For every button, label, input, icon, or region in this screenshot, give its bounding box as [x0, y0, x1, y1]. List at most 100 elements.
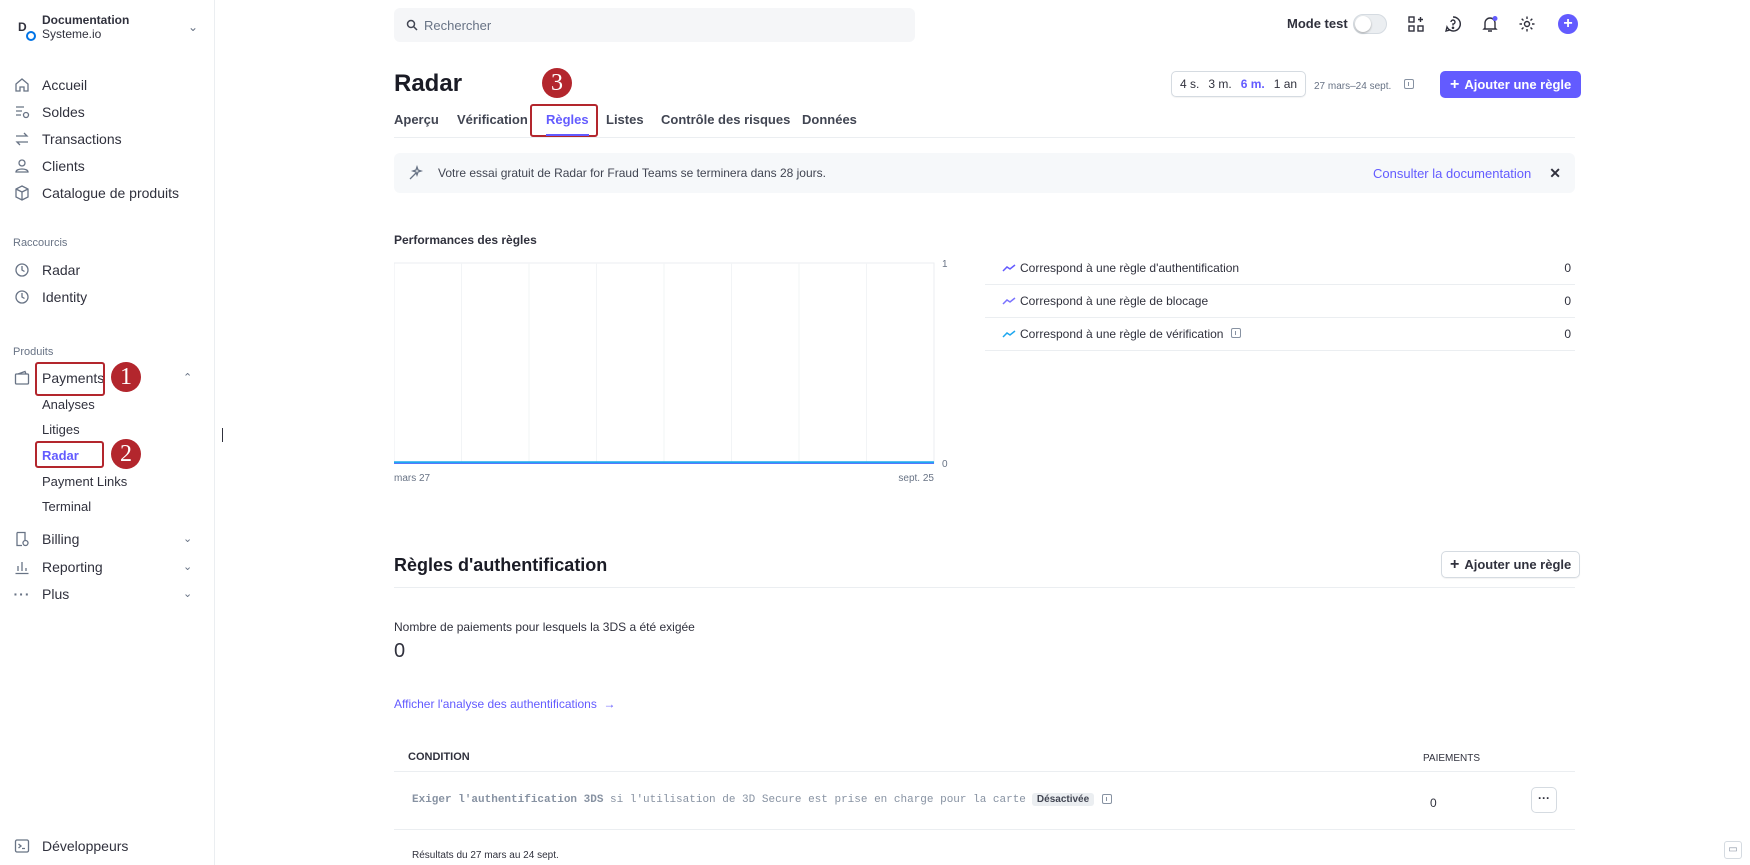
test-mode-toggle[interactable]: [1353, 14, 1387, 34]
add-auth-rule-button[interactable]: + Ajouter une règle: [1441, 551, 1581, 578]
rule-condition: Exiger l'authentification 3DS si l'utili…: [412, 793, 1113, 806]
sidebar-item-label: Catalogue de produits: [42, 185, 179, 201]
tab-listes[interactable]: Listes: [606, 112, 644, 127]
user-icon: [14, 158, 30, 174]
sidebar-item-soldes[interactable]: Soldes: [14, 101, 85, 123]
sidebar-subitem-terminal[interactable]: Terminal: [42, 497, 91, 517]
tab-verification[interactable]: Vérification: [457, 112, 528, 127]
arrow-right-icon: →: [600, 697, 616, 711]
apps-icon[interactable]: [1407, 15, 1425, 33]
sidebar-item-clients[interactable]: Clients: [14, 155, 85, 177]
auth-analysis-link[interactable]: Afficher l'analyse des authentifications…: [394, 697, 616, 711]
search-bar[interactable]: Rechercher: [394, 8, 915, 42]
table-row[interactable]: Exiger l'authentification 3DS si l'utili…: [394, 772, 1575, 830]
legend-row-verification: Correspond à une règle de vérification 0: [985, 318, 1575, 351]
info-icon[interactable]: [1404, 79, 1415, 89]
account-subtitle: Systeme.io: [42, 27, 102, 41]
plus-icon: +: [1450, 75, 1460, 93]
status-badge: Désactivée: [1031, 793, 1095, 806]
info-icon[interactable]: [1102, 794, 1113, 805]
info-icon[interactable]: [1230, 328, 1241, 338]
sidebar-item-label: Identity: [42, 289, 88, 305]
chevron-up-icon[interactable]: ⌃: [183, 371, 192, 384]
callout-badge-3: 3: [542, 68, 572, 98]
search-input[interactable]: Rechercher: [424, 18, 491, 33]
sidebar-item-label: Accueil: [42, 77, 88, 93]
notifications-icon[interactable]: [1481, 15, 1499, 33]
text-cursor: [222, 428, 223, 442]
banner-text: Votre essai gratuit de Radar for Fraud T…: [438, 166, 826, 180]
chevron-down-icon[interactable]: ⌄: [183, 532, 192, 545]
sidebar-item-label: Billing: [42, 531, 80, 547]
column-header-payments: PAIEMENTS: [1423, 753, 1481, 764]
add-rule-label: Ajouter une règle: [1464, 77, 1572, 92]
legend-value: 0: [1564, 261, 1571, 275]
more-actions-button[interactable]: ···: [1531, 787, 1557, 813]
payments-count: 0: [1430, 796, 1437, 810]
add-rule-button[interactable]: + Ajouter une règle: [1440, 71, 1582, 98]
legend-value: 0: [1564, 294, 1571, 308]
trend-line-icon: [1002, 330, 1016, 338]
callout-box-payments: [35, 362, 105, 396]
sidebar-item-plus[interactable]: ··· Plus: [14, 583, 70, 605]
sidebar-item-catalogue[interactable]: Catalogue de produits: [14, 182, 179, 204]
callout-badge-1: 1: [111, 362, 141, 392]
receipt-icon: [14, 531, 30, 547]
rule-condition-action: Exiger l'authentification 3DS: [412, 794, 604, 806]
chevron-down-icon[interactable]: ⌄: [183, 560, 192, 573]
period-selector[interactable]: 4 s. 3 m. 6 m. 1 an: [1171, 71, 1307, 97]
period-option-selected[interactable]: 6 m.: [1241, 77, 1265, 91]
terminal-icon: [14, 838, 30, 854]
sidebar-item-reporting[interactable]: Reporting: [14, 556, 103, 578]
date-range: 27 mars–24 sept.: [1314, 79, 1415, 92]
sidebar-item-label: Soldes: [42, 104, 85, 120]
sidebar-item-transactions[interactable]: Transactions: [14, 128, 122, 150]
tab-bar: Aperçu Vérification Règles Listes Contrô…: [394, 112, 1575, 138]
sidebar-subitem-litiges[interactable]: Litiges: [42, 420, 80, 440]
results-caption: Résultats du 27 mars au 24 sept.: [412, 850, 559, 861]
terminal-shortcut-icon[interactable]: ▭: [1724, 841, 1742, 859]
tab-controle-des-risques[interactable]: Contrôle des risques: [661, 112, 790, 127]
account-avatar: D: [12, 15, 36, 41]
documentation-link[interactable]: Consulter la documentation: [1373, 166, 1531, 181]
search-icon: [406, 19, 418, 31]
rule-condition-text: si l'utilisation de 3D Secure est prise …: [603, 794, 1026, 806]
period-option[interactable]: 3 m.: [1208, 77, 1231, 91]
help-icon[interactable]: [1444, 15, 1462, 33]
account-initial: D: [18, 20, 27, 34]
plus-icon: +: [1450, 555, 1460, 573]
chevron-down-icon[interactable]: ⌄: [183, 587, 192, 600]
sidebar-item-label: Transactions: [42, 131, 122, 147]
clock-icon: [14, 289, 30, 305]
page-title: Radar: [394, 70, 463, 97]
sidebar-item-identity-shortcut[interactable]: Identity: [14, 286, 87, 308]
sidebar-subitem-payment-links[interactable]: Payment Links: [42, 472, 127, 492]
period-option[interactable]: 1 an: [1274, 77, 1297, 91]
close-icon[interactable]: ✕: [1549, 165, 1561, 182]
sidebar-item-developers[interactable]: Développeurs: [14, 835, 128, 857]
sidebar-item-accueil[interactable]: Accueil: [14, 74, 87, 96]
date-range-text: 27 mars–24 sept.: [1314, 81, 1392, 92]
x-tick-label: mars 27: [394, 473, 431, 484]
tab-apercu[interactable]: Aperçu: [394, 112, 439, 127]
account-switcher[interactable]: D Documentation Systeme.io ⌄: [12, 10, 198, 44]
auth-analysis-link-text: Afficher l'analyse des authentifications: [394, 697, 597, 711]
create-plus-icon[interactable]: +: [1558, 14, 1578, 34]
sidebar-item-label: Développeurs: [42, 838, 129, 854]
y-tick-label: 1: [942, 259, 948, 270]
callout-badge-2: 2: [111, 439, 141, 469]
period-option[interactable]: 4 s.: [1180, 77, 1199, 91]
sidebar-subitem-analyses[interactable]: Analyses: [42, 395, 95, 415]
sparkle-icon: [409, 165, 424, 180]
sidebar-item-radar-shortcut[interactable]: Radar: [14, 259, 80, 281]
tab-donnees[interactable]: Données: [802, 112, 857, 127]
legend-label: Correspond à une règle de vérification: [1020, 327, 1535, 341]
sidebar-item-label: Reporting: [42, 559, 103, 575]
sidebar-item-billing[interactable]: Billing: [14, 528, 79, 550]
tab-regles[interactable]: Règles: [546, 112, 589, 136]
settings-gear-icon[interactable]: [1518, 15, 1536, 33]
home-icon: [14, 77, 30, 93]
metric-value: 0: [394, 640, 406, 662]
bar-chart-icon: [14, 559, 30, 575]
sidebar: D Documentation Systeme.io ⌄ Accueil Sol…: [0, 0, 215, 865]
